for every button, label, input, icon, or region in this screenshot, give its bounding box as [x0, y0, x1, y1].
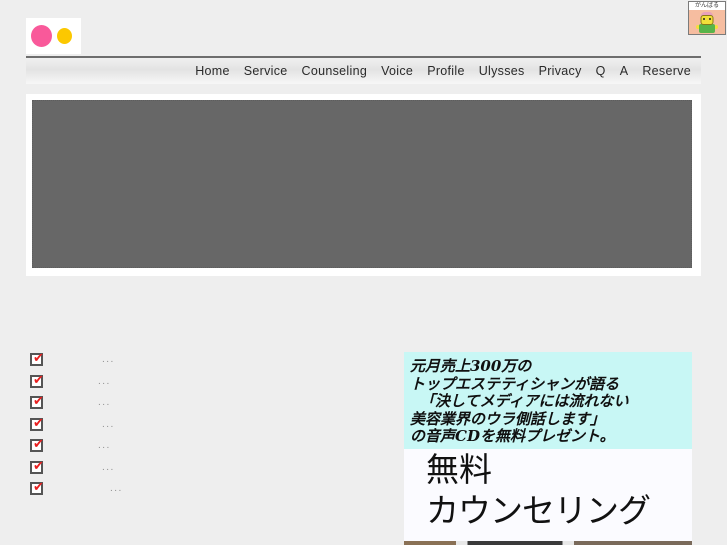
hero-image-placeholder: [32, 100, 692, 268]
checkbox-checked-icon[interactable]: ✔: [30, 458, 44, 474]
list-item[interactable]: ✔ ...: [30, 352, 370, 374]
promo-line-2: トップエステティシャンが語る: [410, 374, 620, 393]
list-item[interactable]: ✔ ...: [30, 460, 370, 482]
check-mark-icon: ✔: [33, 372, 44, 388]
logo-pink-circle-icon: [31, 25, 52, 47]
content-panel: [26, 94, 701, 276]
page-header: がんばる: [0, 0, 727, 56]
mascot-head-icon: [700, 15, 714, 25]
main-navigation: Home Service Counseling Voice Profile Ul…: [26, 56, 701, 84]
mascot-left-eye-icon: [703, 18, 705, 20]
promo-line-1: 元月売上300万の: [410, 357, 532, 375]
promo-headline-block: 元月売上300万の トップエステティシャンが語る 「決してメディアには流れない …: [404, 352, 692, 449]
promo-line-4: 美容業界のウラ側話します」: [410, 409, 606, 428]
check-mark-icon: ✔: [33, 415, 44, 431]
promo-counseling-label: カウンセリング: [426, 491, 651, 530]
list-item-label: ...: [98, 397, 111, 408]
promo-banner[interactable]: 元月売上300万の トップエステティシャンが語る 「決してメディアには流れない …: [404, 352, 692, 545]
promo-bottom-strip: [404, 541, 692, 545]
list-item-label: ...: [98, 440, 111, 451]
check-mark-icon: ✔: [33, 437, 44, 452]
list-item[interactable]: ✔ ...: [30, 481, 370, 503]
check-mark-icon: ✔: [33, 480, 44, 495]
mascot-character-icon: [689, 10, 725, 34]
nav-item-home[interactable]: Home: [195, 64, 230, 78]
nav-item-service[interactable]: Service: [244, 64, 288, 78]
logo-yellow-circle-icon: [57, 28, 72, 44]
nav-item-q[interactable]: Q: [596, 64, 606, 78]
list-item-label: ...: [98, 375, 111, 387]
check-mark-icon: ✔: [33, 458, 44, 474]
nav-item-ulysses[interactable]: Ulysses: [479, 64, 525, 78]
list-item[interactable]: ✔ ...: [30, 417, 370, 439]
list-item-label: ...: [102, 461, 115, 473]
list-item-label: ...: [110, 483, 123, 494]
list-item[interactable]: ✔ ...: [30, 438, 370, 460]
checkbox-checked-icon[interactable]: ✔: [30, 437, 44, 452]
checkbox-checked-icon[interactable]: ✔: [30, 351, 44, 366]
site-logo[interactable]: [26, 18, 81, 54]
nav-item-privacy[interactable]: Privacy: [539, 64, 582, 78]
checkbox-checked-icon[interactable]: ✔: [30, 372, 44, 388]
promo-cta-block: 無料 カウンセリング: [404, 449, 692, 541]
nav-item-reserve[interactable]: Reserve: [642, 64, 691, 78]
list-item[interactable]: ✔ ...: [30, 374, 370, 396]
corner-badge[interactable]: がんばる: [688, 1, 726, 35]
list-item[interactable]: ✔ ...: [30, 395, 370, 417]
checkbox-checked-icon[interactable]: ✔: [30, 394, 44, 409]
checkbox-checked-icon[interactable]: ✔: [30, 480, 44, 495]
checklist: ✔ ... ✔ ... ✔ ... ✔ ... ✔ ... ✔ ... ✔ ..…: [30, 352, 370, 503]
corner-badge-caption: がんばる: [689, 2, 725, 10]
nav-item-a[interactable]: A: [620, 64, 629, 78]
list-item-label: ...: [102, 418, 115, 430]
nav-item-counseling[interactable]: Counseling: [302, 64, 368, 78]
nav-item-voice[interactable]: Voice: [381, 64, 413, 78]
mascot-body-icon: [699, 24, 715, 33]
promo-free-label: 無料: [426, 450, 492, 489]
check-mark-icon: ✔: [33, 351, 44, 366]
list-item-label: ...: [102, 354, 115, 365]
checkbox-checked-icon[interactable]: ✔: [30, 415, 44, 431]
check-mark-icon: ✔: [33, 394, 44, 409]
promo-line-3: 「決してメディアには流れない: [420, 392, 629, 410]
mascot-right-eye-icon: [709, 18, 711, 20]
nav-item-profile[interactable]: Profile: [427, 64, 465, 78]
promo-line-5: の音声CDを無料プレゼント。: [410, 427, 615, 445]
